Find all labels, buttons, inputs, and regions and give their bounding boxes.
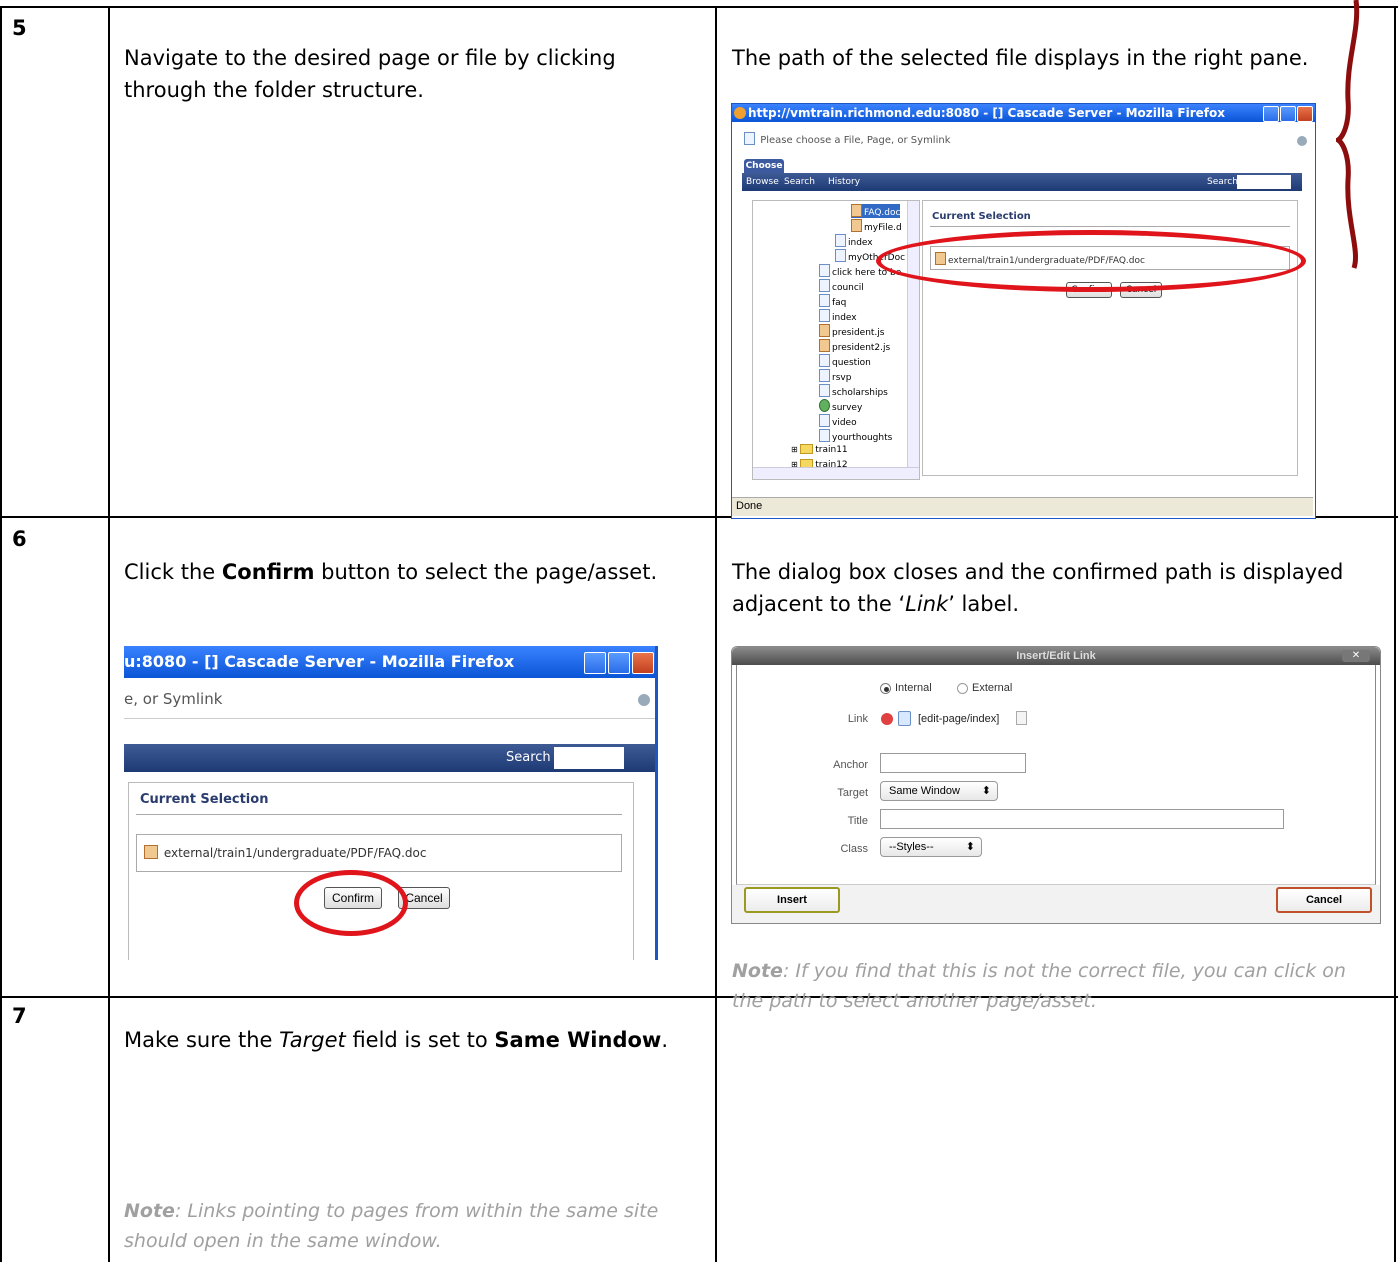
tree-item[interactable]: yourthoughts xyxy=(819,429,892,443)
table-left-border xyxy=(0,6,2,1262)
tree-item[interactable]: video xyxy=(819,414,857,428)
selection-path[interactable]: external/train1/undergraduate/PDF/FAQ.do… xyxy=(144,845,426,860)
title-label: Title xyxy=(847,815,868,827)
search-input[interactable] xyxy=(554,747,624,769)
close-button[interactable] xyxy=(632,652,654,674)
radio-external-label: External xyxy=(972,682,1013,694)
class-select[interactable]: --Styles-- ⬍ xyxy=(880,837,982,857)
heading-rule xyxy=(930,226,1290,227)
search-input[interactable] xyxy=(1237,175,1291,189)
step-instruction: Make sure the Target field is set to Sam… xyxy=(124,1028,668,1052)
minimize-button[interactable] xyxy=(1263,106,1279,122)
search-label: Search xyxy=(1207,177,1238,187)
tree-item[interactable]: myFile.d xyxy=(851,219,902,233)
step-number: 5 xyxy=(12,16,27,40)
radio-internal[interactable] xyxy=(880,683,891,694)
page-icon xyxy=(898,711,911,726)
search-label: Search xyxy=(506,750,551,765)
tree-item[interactable]: faq xyxy=(819,294,846,308)
close-button[interactable] xyxy=(1297,106,1313,122)
window-title-text: u:8080 - [] Cascade Server - Mozilla Fir… xyxy=(124,652,515,671)
tree-item[interactable]: ⊞ train11 xyxy=(791,444,848,455)
page-icon xyxy=(744,132,755,145)
minimize-button[interactable] xyxy=(584,652,606,674)
browse-icon[interactable] xyxy=(1016,711,1027,725)
anchor-input[interactable] xyxy=(880,753,1026,773)
dialog-title: Insert/Edit Link xyxy=(732,647,1380,665)
window-title: http://vmtrain.richmond.edu:8080 - [] Ca… xyxy=(732,104,1315,122)
target-select[interactable]: Same Window ⬍ xyxy=(880,781,998,801)
insert-button[interactable]: Insert xyxy=(744,887,840,913)
step-number: 6 xyxy=(12,527,27,551)
tree-item[interactable]: question xyxy=(819,354,871,368)
nav-tab-browse[interactable]: Browse xyxy=(746,177,779,187)
radio-external[interactable] xyxy=(957,683,968,694)
title-input[interactable] xyxy=(880,809,1284,829)
class-label: Class xyxy=(840,843,868,855)
dialog-subtitle: e, or Symlink xyxy=(124,690,223,708)
link-label: Link xyxy=(847,713,868,725)
anchor-label: Anchor xyxy=(833,759,868,771)
table-right-border xyxy=(1394,6,1396,1262)
dialog-subtitle: Please choose a File, Page, or Symlink xyxy=(744,132,951,146)
radio-internal-label: Internal xyxy=(895,682,932,694)
divider xyxy=(124,718,655,719)
tree-item[interactable]: survey xyxy=(819,399,862,413)
cancel-button[interactable]: Cancel xyxy=(1276,887,1372,913)
current-selection-heading: Current Selection xyxy=(140,792,269,807)
target-label: Target xyxy=(837,787,868,799)
tree-item[interactable]: scholarships xyxy=(819,384,888,398)
tab-choose[interactable]: Choose xyxy=(744,159,784,173)
firefox-window: http://vmtrain.richmond.edu:8080 - [] Ca… xyxy=(731,103,1316,519)
step-instruction: Navigate to the desired page or file by … xyxy=(124,46,616,102)
heading-rule xyxy=(136,814,622,815)
vertical-scrollbar[interactable] xyxy=(907,201,919,467)
close-icon[interactable]: ✕ xyxy=(1342,650,1370,662)
column-divider xyxy=(108,6,110,1262)
status-bar xyxy=(732,497,1313,516)
tree-item[interactable]: president.js xyxy=(819,324,884,338)
insert-link-dialog: Insert/Edit Link ✕ Internal External Lin… xyxy=(731,646,1381,924)
tree-item[interactable]: council xyxy=(819,279,864,293)
step-number: 7 xyxy=(12,1004,27,1028)
step-result: The dialog box closes and the confirmed … xyxy=(732,560,1344,616)
column-divider xyxy=(715,6,717,1262)
note: Note: Links pointing to pages from withi… xyxy=(124,1200,659,1252)
tree-item[interactable]: FAQ.doc xyxy=(851,204,901,218)
maximize-button[interactable] xyxy=(1280,106,1296,122)
tree-item[interactable]: index xyxy=(819,309,857,323)
maximize-button[interactable] xyxy=(608,652,630,674)
table-top-border xyxy=(0,6,1398,8)
link-path[interactable]: [edit-page/index] xyxy=(918,713,999,725)
step-result: The path of the selected file displays i… xyxy=(732,46,1309,70)
step-instruction: Click the Confirm button to select the p… xyxy=(124,560,658,584)
highlight-circle xyxy=(294,870,408,936)
help-icon[interactable] xyxy=(1297,136,1307,146)
tree-item[interactable]: rsvp xyxy=(819,369,851,383)
nav-tab-search[interactable]: Search xyxy=(784,177,815,187)
current-selection-heading: Current Selection xyxy=(932,211,1031,222)
window-title-text: http://vmtrain.richmond.edu:8080 - [] Ca… xyxy=(748,106,1225,120)
folder-tree[interactable]: FAQ.doc myFile.d index myOtherDoc click … xyxy=(752,200,920,480)
note: Note: If you find that this is not the c… xyxy=(732,960,1346,1012)
firefox-icon xyxy=(734,107,746,119)
highlight-circle xyxy=(876,230,1306,292)
help-icon[interactable] xyxy=(638,694,650,706)
tree-item[interactable]: index xyxy=(835,234,873,248)
tree-item[interactable]: president2.js xyxy=(819,339,890,353)
horizontal-scrollbar[interactable] xyxy=(753,467,919,479)
remove-link-icon[interactable] xyxy=(881,713,893,725)
nav-tab-history[interactable]: History xyxy=(828,177,860,187)
status-text: Done xyxy=(736,500,763,512)
